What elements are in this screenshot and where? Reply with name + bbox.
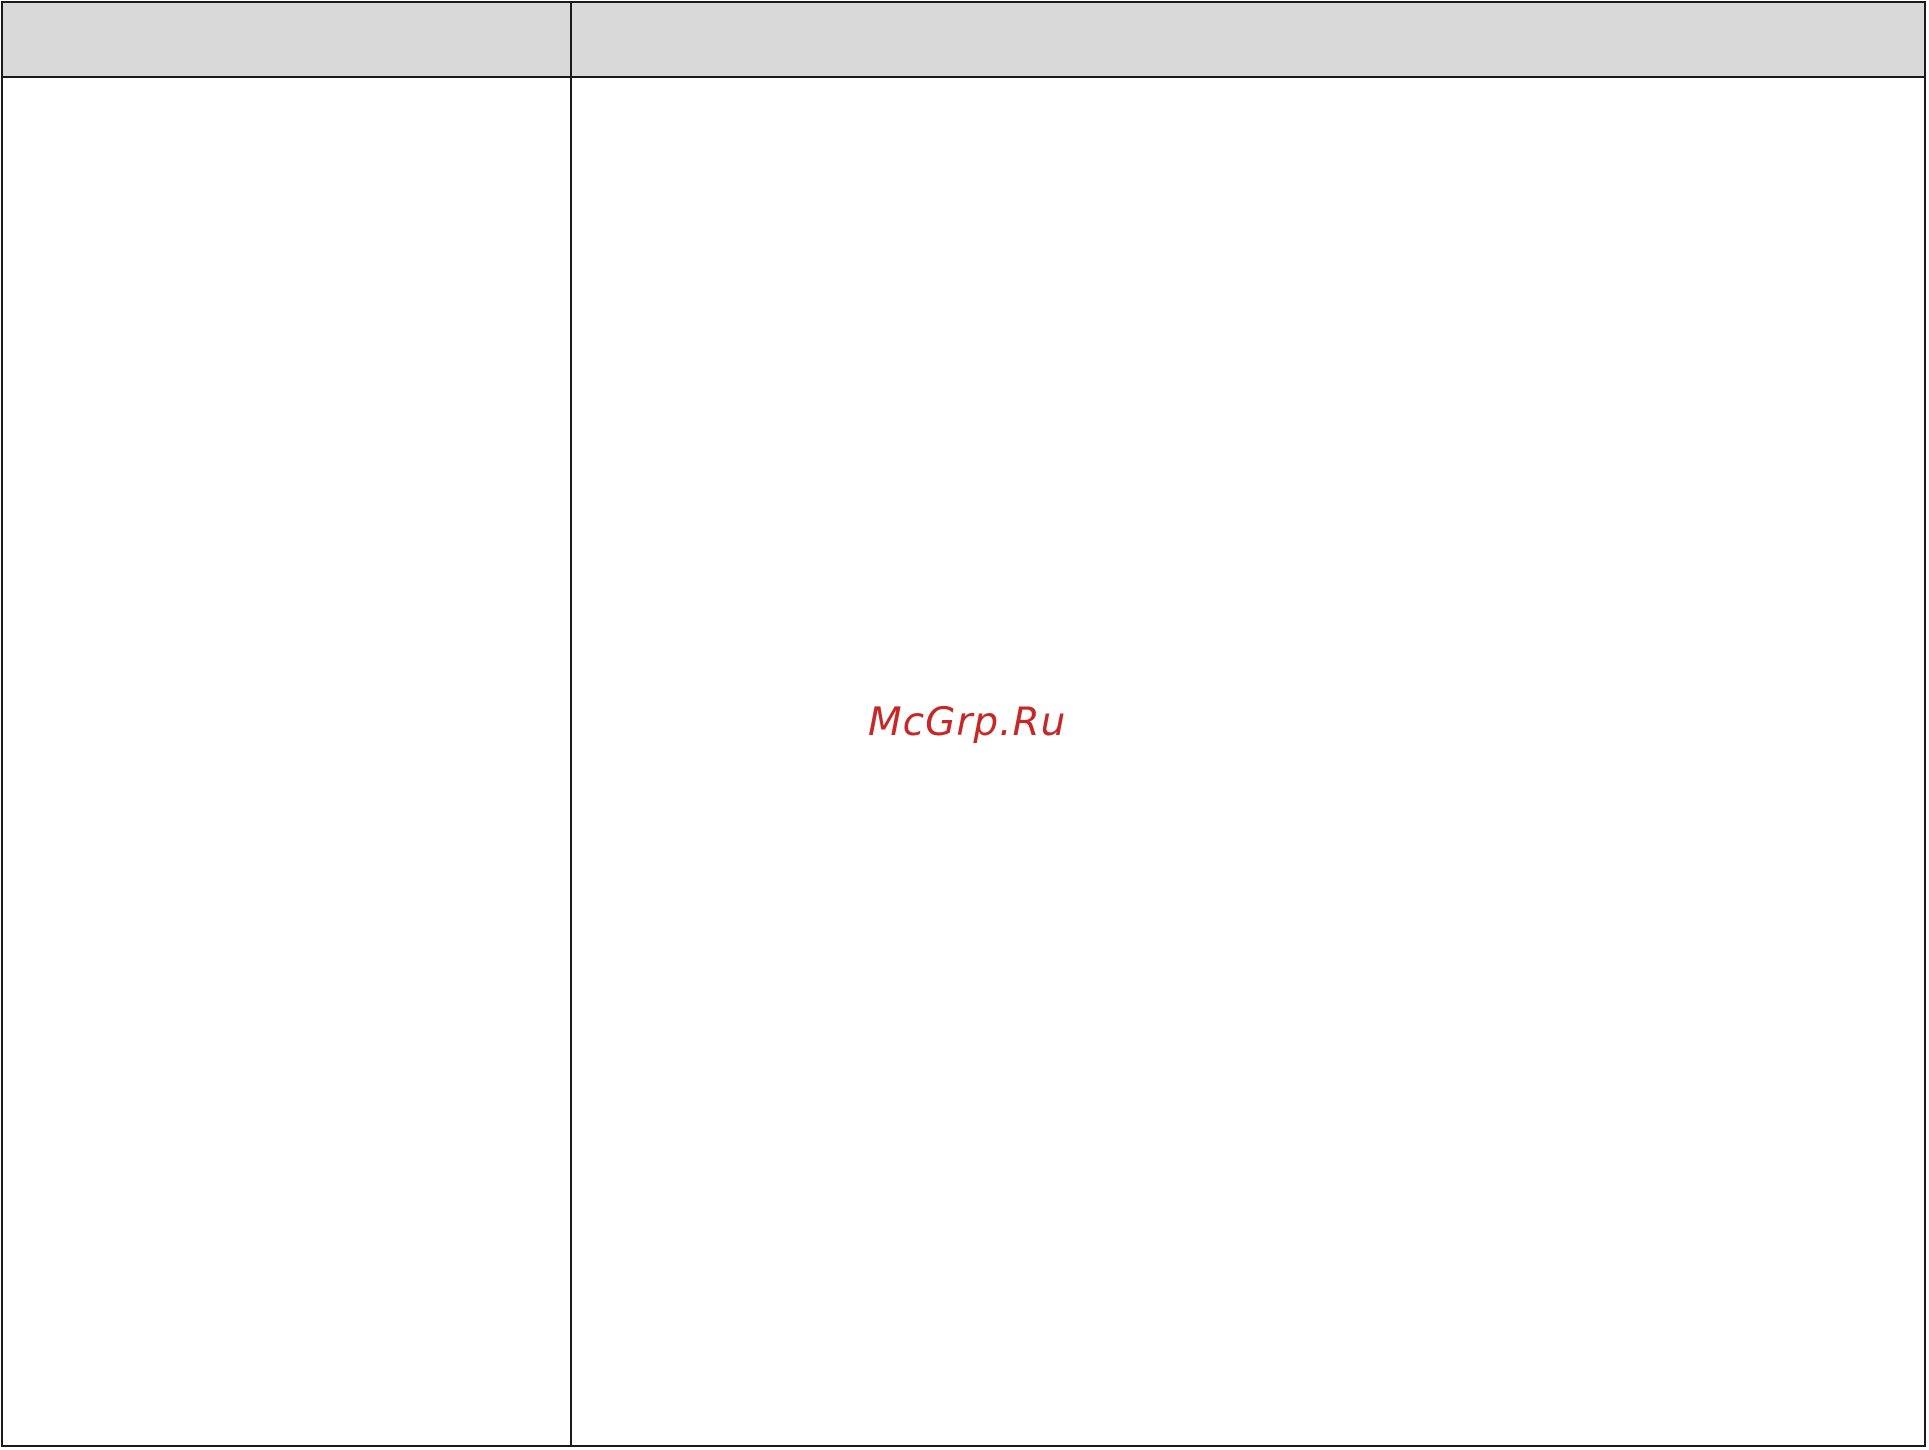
header-cell-right [572,3,1924,76]
body-cell-right [572,78,1924,1445]
body-cell-left [3,78,570,1445]
table-header-row [3,3,1924,78]
watermark-text: McGrp.Ru [868,700,1067,745]
header-cell-left [3,3,570,76]
